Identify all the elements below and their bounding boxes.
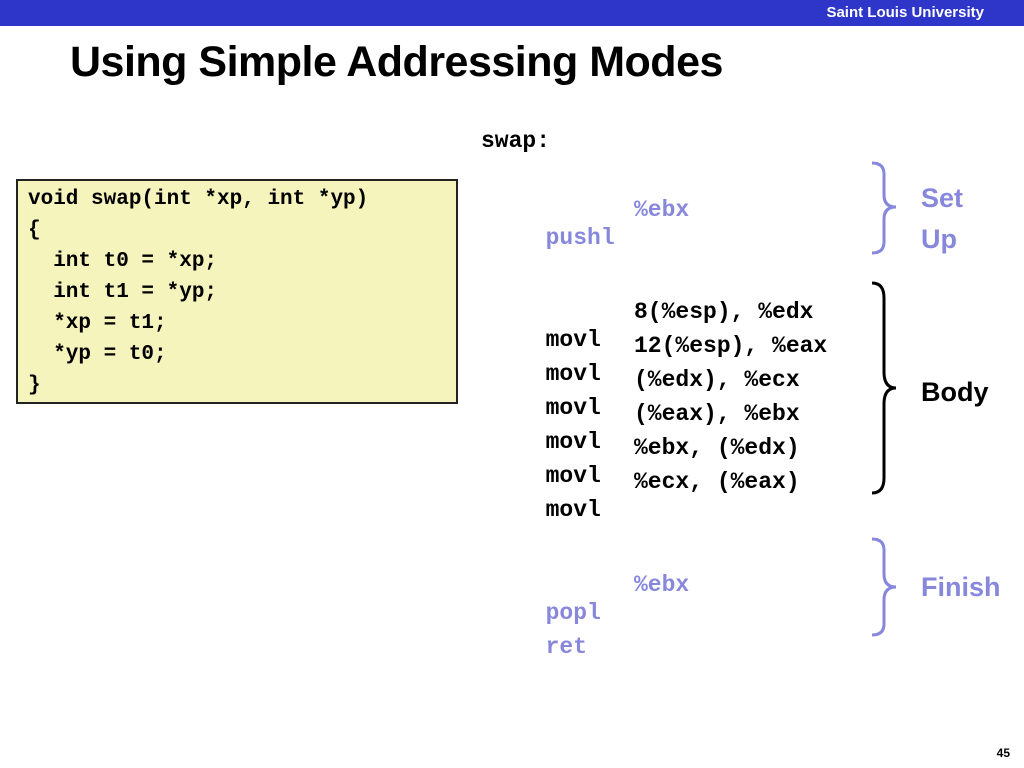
c-code-line: int t0 = *xp;	[28, 250, 218, 273]
asm-line-finish: ret	[518, 605, 587, 689]
finish-brace	[871, 537, 897, 637]
asm-operands: (%edx), %ecx	[634, 367, 800, 393]
asm-operands: %ebx	[634, 572, 690, 598]
asm-operands: %ebx, (%edx)	[634, 435, 800, 461]
asm-opcode: ret	[545, 634, 588, 660]
setup-label-line1: Set	[921, 183, 964, 213]
header-bar: Saint Louis University	[0, 0, 1024, 26]
c-code-line: int t1 = *yp;	[28, 281, 218, 304]
asm-operands: (%eax), %ebx	[634, 401, 800, 427]
finish-label: Finish	[921, 572, 1001, 602]
asm-function-label: swap:	[481, 128, 551, 154]
c-code-line: {	[28, 219, 41, 242]
asm-line-body: movl %ecx, (%eax)	[518, 468, 800, 552]
asm-opcode: pushl	[545, 225, 615, 251]
c-code-line: *xp = t1;	[28, 312, 167, 335]
asm-operands: %ebx	[634, 197, 690, 223]
body-label: Body	[921, 377, 989, 407]
asm-operands: %ecx, (%eax)	[634, 469, 800, 495]
asm-operands: 8(%esp), %edx	[634, 299, 814, 325]
page-number: 45	[996, 746, 1010, 760]
c-code-box: void swap(int *xp, int *yp) { int t0 = *…	[16, 179, 458, 404]
c-code-line: }	[28, 374, 41, 397]
c-code-line: *yp = t0;	[28, 343, 167, 366]
body-brace	[871, 281, 897, 495]
setup-brace	[871, 161, 897, 255]
asm-line-setup: pushl %ebx	[518, 196, 690, 280]
asm-opcode: movl	[545, 497, 601, 523]
institution-name: Saint Louis University	[826, 4, 984, 21]
slide-title: Using Simple Addressing Modes	[70, 38, 723, 86]
setup-label-line2: Up	[921, 224, 957, 254]
c-code-line: void swap(int *xp, int *yp)	[28, 188, 369, 211]
asm-operands: 12(%esp), %eax	[634, 333, 828, 359]
